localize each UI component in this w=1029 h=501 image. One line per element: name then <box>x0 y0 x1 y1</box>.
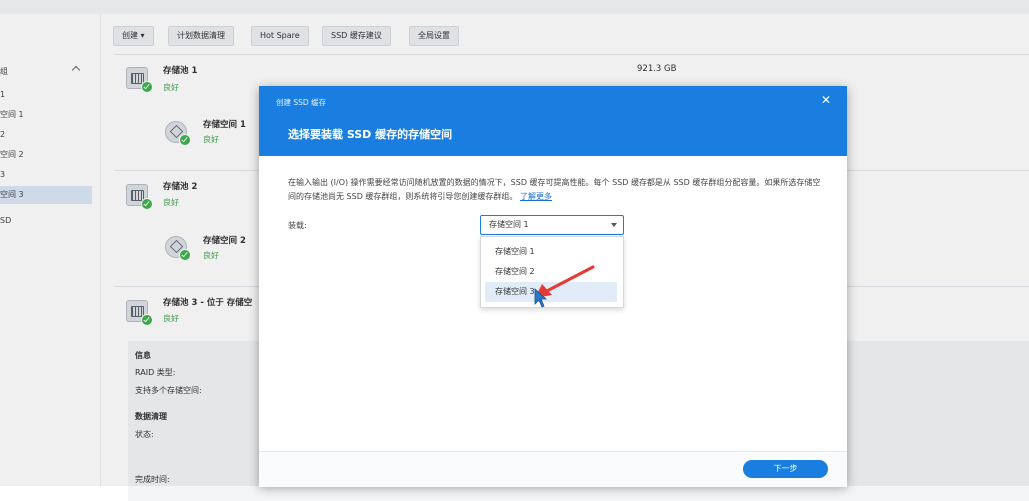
description-text: 在输入输出 (I/O) 操作需要经常访问随机放置的数据的情况下，SSD 缓存可提… <box>288 178 821 201</box>
mount-label: 装载: <box>288 221 307 230</box>
caret-down-icon <box>611 223 617 227</box>
dialog-footer: 下一步 <box>259 451 847 487</box>
arrow-shaft <box>541 265 595 295</box>
option-volume-1[interactable]: 存储空间 1 <box>485 242 617 262</box>
dialog-description: 在输入输出 (I/O) 操作需要经常访问随机放置的数据的情况下，SSD 缓存可提… <box>288 176 828 204</box>
next-button[interactable]: 下一步 <box>743 460 828 478</box>
close-icon[interactable]: ✕ <box>819 93 833 107</box>
dialog-step-title: 选择要装载 SSD 缓存的存储空间 <box>288 128 453 141</box>
mouse-cursor-icon <box>534 288 548 308</box>
learn-more-link[interactable]: 了解更多 <box>520 192 552 201</box>
volume-select-value: 存储空间 1 <box>489 220 529 229</box>
volume-select[interactable]: 存储空间 1 <box>480 215 624 235</box>
dialog-header: 创建 SSD 缓存 选择要装载 SSD 缓存的存储空间 ✕ <box>259 86 847 156</box>
dialog-window-title: 创建 SSD 缓存 <box>276 98 327 107</box>
